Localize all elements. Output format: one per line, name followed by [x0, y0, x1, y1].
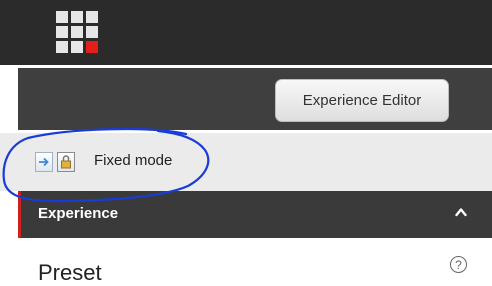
fixed-mode-label: Fixed mode — [94, 152, 173, 169]
logo-tile — [86, 26, 98, 38]
logo-tile — [71, 26, 83, 38]
section-header-experience[interactable]: Experience — [18, 191, 492, 238]
logo-tile — [56, 26, 68, 38]
logo-tile — [71, 11, 83, 23]
logo-tile — [56, 11, 68, 23]
panel-header: Experience Editor — [18, 68, 492, 130]
arrow-right-icon[interactable] — [35, 152, 53, 172]
logo-tile-accent — [86, 41, 98, 53]
section-title: Experience — [38, 205, 119, 222]
logo-tile — [56, 41, 68, 53]
section-accent-edge — [18, 191, 21, 238]
top-bar — [0, 0, 492, 65]
chevron-up-icon[interactable] — [455, 206, 467, 218]
experience-editor-button[interactable]: Experience Editor — [275, 79, 449, 122]
logo-tile — [86, 11, 98, 23]
preset-label: Preset — [38, 260, 102, 285]
app-grid-logo-icon[interactable] — [56, 11, 98, 53]
logo-tile — [71, 41, 83, 53]
help-icon[interactable]: ? — [450, 256, 467, 273]
preset-row: Preset ? — [18, 238, 492, 285]
lock-icon[interactable] — [57, 152, 75, 172]
